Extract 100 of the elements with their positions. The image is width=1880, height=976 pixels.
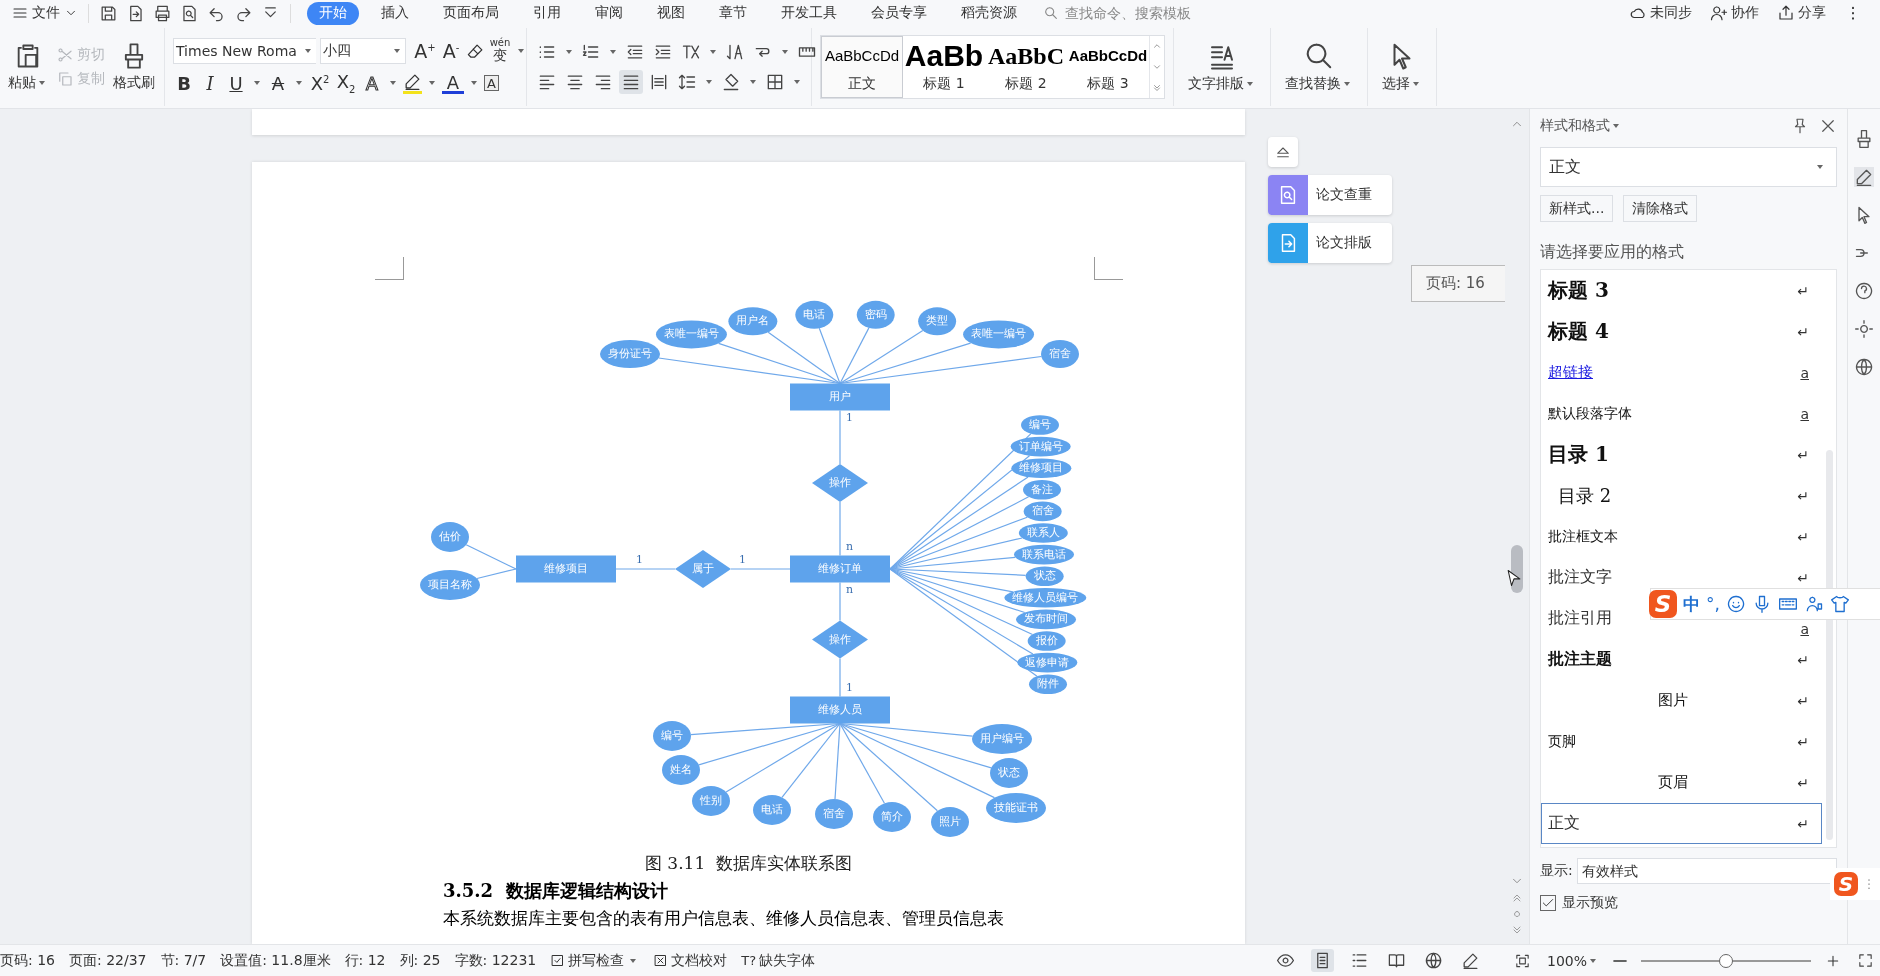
strikethrough-button[interactable]: A bbox=[267, 70, 289, 96]
style-item[interactable]: 默认段落字体 a bbox=[1541, 393, 1822, 434]
layout-button[interactable]: 文字排版 bbox=[1184, 39, 1260, 95]
style-item[interactable]: 标题 3 ↵ bbox=[1541, 270, 1822, 311]
thesis-format-button[interactable]: 论文排版 bbox=[1268, 223, 1392, 263]
status-text: 页面: 22/37 bbox=[69, 951, 147, 970]
menu-tab[interactable]: 稻壳资源 bbox=[949, 1, 1029, 25]
style-item[interactable]: 标题 4 ↵ bbox=[1541, 311, 1822, 352]
status-text: 节: 7/7 bbox=[160, 951, 207, 970]
bold-button[interactable]: B bbox=[173, 70, 195, 96]
attribute-ellipse: 简介 bbox=[873, 802, 911, 832]
italic-button[interactable]: I bbox=[199, 70, 221, 96]
body-text: 本系统数据库主要包含的表有用户信息表、维修人员信息表、管理员信息表 bbox=[443, 907, 1005, 930]
share-button[interactable]: 分享 bbox=[1777, 4, 1826, 22]
cardinality-label: 1 bbox=[846, 680, 853, 694]
style-dropdown[interactable]: 正文 bbox=[1540, 147, 1837, 187]
relationship-diamond: 操作 bbox=[812, 620, 868, 659]
entity-box: 用户 bbox=[790, 383, 890, 411]
find-replace-button[interactable]: 查找替换 bbox=[1281, 39, 1357, 95]
shrink-font-button[interactable]: A$^{-}$ bbox=[440, 38, 462, 64]
style-type-icon: ↵ bbox=[1797, 692, 1809, 709]
panel-title[interactable]: 样式和格式 bbox=[1540, 117, 1622, 135]
status-text: 页码: 16 bbox=[0, 951, 55, 970]
style-item[interactable]: 批注主题 ↵ bbox=[1541, 639, 1822, 680]
menu-tab[interactable]: 章节 bbox=[707, 1, 759, 25]
punctuation-toggle[interactable]: °, bbox=[1706, 594, 1720, 614]
menu-tab[interactable]: 开始 bbox=[307, 1, 359, 25]
menu-tab[interactable]: 审阅 bbox=[583, 1, 635, 25]
attribute-ellipse: 类型 bbox=[918, 307, 957, 336]
style-item[interactable]: 目录 1 ↵ bbox=[1541, 434, 1822, 475]
menu-tab[interactable]: 页面布局 bbox=[431, 1, 511, 25]
attribute-ellipse: 订单编号 bbox=[1010, 436, 1071, 457]
attribute-ellipse: 返修申请 bbox=[1017, 652, 1078, 673]
font-name-field[interactable]: Times New Roma bbox=[173, 38, 316, 64]
style-type-icon: a bbox=[1800, 621, 1809, 638]
entity-box: 维修人员 bbox=[790, 696, 890, 724]
phonetic-button[interactable]: wén 变 bbox=[489, 38, 511, 64]
attribute-ellipse: 电话 bbox=[753, 795, 791, 825]
language-toggle[interactable]: 中 bbox=[1683, 592, 1700, 616]
style-item[interactable]: 批注框文本 ↵ bbox=[1541, 516, 1822, 557]
style-preset[interactable]: AaBbCcDd 正文 bbox=[821, 36, 903, 98]
attribute-ellipse: 发布时间 bbox=[1016, 609, 1076, 630]
search-field[interactable]: 查找命令、搜索模板 bbox=[1043, 4, 1237, 22]
char-border-button[interactable]: A bbox=[484, 75, 499, 91]
font-size-field[interactable]: 小四 bbox=[320, 38, 406, 64]
proofread-button[interactable]: 文档校对 bbox=[653, 951, 728, 970]
style-preset[interactable]: AaBbC 标题 2 bbox=[985, 36, 1067, 98]
attribute-ellipse: 表唯一编号 bbox=[963, 320, 1035, 349]
attribute-ellipse: 用户名 bbox=[728, 307, 778, 336]
style-item[interactable]: 目录 2 ↵ bbox=[1541, 475, 1822, 516]
style-item[interactable]: 图片 ↵ bbox=[1541, 680, 1822, 721]
spell-check-button[interactable]: 拼写检查 bbox=[550, 951, 640, 970]
superscript-button[interactable]: X$^{2}$ bbox=[309, 70, 331, 96]
zoom-level-button[interactable]: 100% bbox=[1546, 952, 1599, 969]
missing-font-button[interactable]: T? 缺失字体 bbox=[741, 951, 816, 970]
style-item[interactable]: 超链接 a bbox=[1541, 352, 1822, 393]
menu-tab[interactable]: 引用 bbox=[521, 1, 573, 25]
plagiarism-check-button[interactable]: 论文查重 bbox=[1268, 175, 1392, 215]
attribute-ellipse: 身份证号 bbox=[600, 340, 660, 368]
style-item[interactable]: 正文 ↵ bbox=[1541, 803, 1822, 844]
style-item[interactable]: 页眉 ↵ bbox=[1541, 762, 1822, 803]
menu-tab[interactable]: 插入 bbox=[369, 1, 421, 25]
menu-tab[interactable]: 视图 bbox=[645, 1, 697, 25]
relationship-diamond: 操作 bbox=[812, 464, 868, 502]
grow-font-button[interactable]: A$^{+}$ bbox=[414, 38, 436, 64]
paste-button[interactable]: 粘贴 bbox=[4, 40, 52, 94]
attribute-ellipse: 编号 bbox=[1021, 415, 1059, 435]
attribute-ellipse: 联系人 bbox=[1018, 523, 1068, 543]
style-item[interactable]: 页脚 ↵ bbox=[1541, 721, 1822, 762]
attribute-ellipse: 编号 bbox=[653, 721, 691, 751]
attribute-ellipse: 宿舍 bbox=[1023, 501, 1062, 522]
attribute-ellipse: 用户编号 bbox=[972, 724, 1032, 754]
status-text: 设置值: 11.8厘米 bbox=[220, 951, 331, 970]
attribute-ellipse: 宿舍 bbox=[815, 799, 853, 829]
underline-button[interactable]: U bbox=[225, 70, 247, 96]
attribute-ellipse: 估价 bbox=[431, 522, 469, 552]
figure-caption: 图 3.11 数据库实体联系图 bbox=[643, 852, 854, 875]
style-type-icon: ↵ bbox=[1797, 569, 1809, 586]
style-preset[interactable]: AaBb 标题 1 bbox=[903, 36, 985, 98]
section-heading: 3.5.2 数据库逻辑结构设计 bbox=[443, 879, 669, 903]
show-label: 显示: bbox=[1540, 862, 1573, 880]
font-color-button[interactable]: A bbox=[442, 72, 464, 94]
attribute-ellipse: 附件 bbox=[1029, 674, 1067, 694]
sync-button[interactable]: 未同步 bbox=[1629, 4, 1692, 22]
collab-button[interactable]: 协作 bbox=[1710, 4, 1759, 22]
cardinality-label: 1 bbox=[739, 553, 746, 566]
format-painter-button[interactable]: 格式刷 bbox=[109, 40, 159, 94]
subscript-button[interactable]: X$_{2}$ bbox=[335, 70, 357, 96]
attribute-ellipse: 电话 bbox=[795, 300, 834, 329]
show-dropdown[interactable]: 有效样式 bbox=[1576, 858, 1837, 884]
clear-format-button[interactable]: 清除格式 bbox=[1623, 195, 1698, 222]
new-style-button[interactable]: 新样式... bbox=[1540, 195, 1614, 222]
style-preset[interactable]: AaBbCcDd 标题 3 bbox=[1067, 36, 1149, 98]
menu-tab[interactable]: 开发工具 bbox=[769, 1, 849, 25]
file-menu[interactable]: 文件 bbox=[6, 2, 84, 24]
attribute-ellipse: 密码 bbox=[856, 300, 895, 329]
select-button[interactable]: 选择 bbox=[1378, 39, 1426, 95]
preview-checkbox[interactable]: 显示预览 bbox=[1540, 894, 1837, 912]
attribute-ellipse: 技能证书 bbox=[986, 793, 1046, 823]
menu-tab[interactable]: 会员专享 bbox=[859, 1, 939, 25]
